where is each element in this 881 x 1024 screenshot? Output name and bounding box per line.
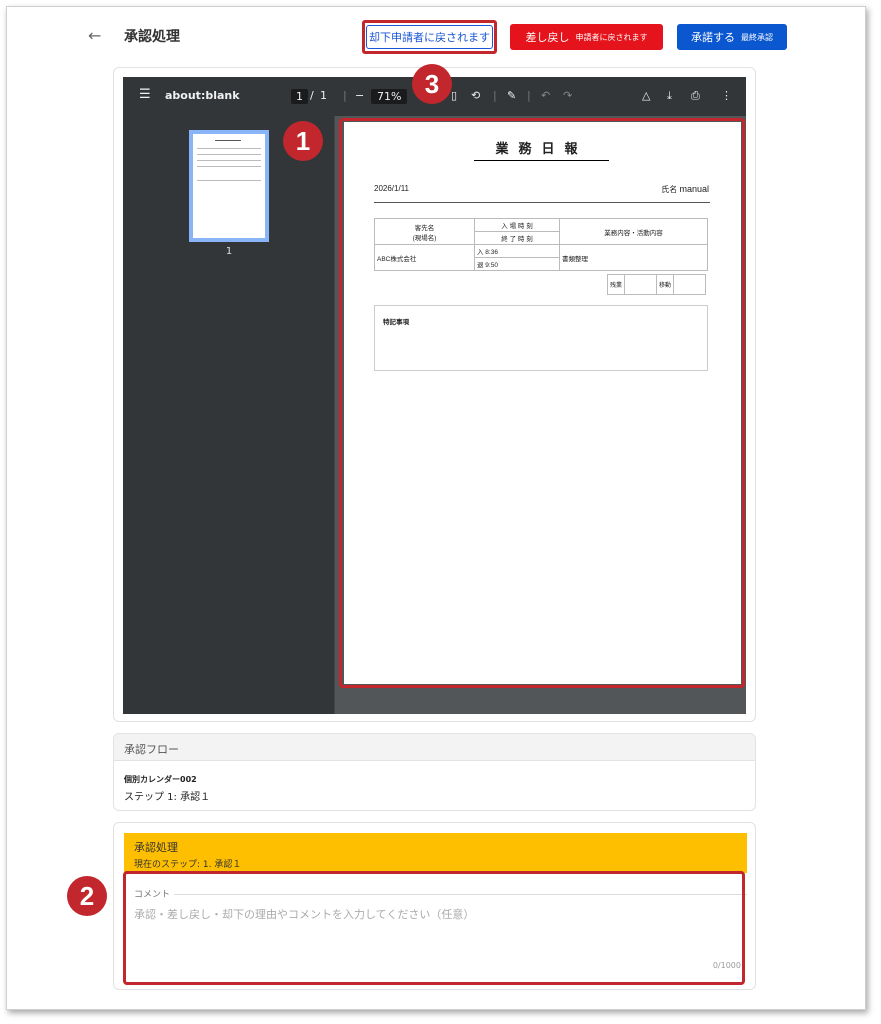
drive-icon[interactable]: △ <box>642 89 650 102</box>
back-arrow-icon[interactable]: ← <box>88 26 101 45</box>
callout-badge-2: 2 <box>67 876 107 916</box>
approve-label: 承諾する <box>691 31 735 44</box>
highlight-box-comment <box>123 871 745 985</box>
approve-sublabel: 最終承認 <box>741 32 773 42</box>
divider: | <box>527 89 531 102</box>
divider: | <box>343 89 347 102</box>
highlight-box-document <box>339 118 745 688</box>
page-number-input[interactable]: 1 <box>291 89 308 104</box>
annotate-icon[interactable]: ✎ <box>507 89 516 102</box>
approval-flow-card: 承認フロー 個別カレンダー002 ステップ 1: 承認１ <box>113 733 756 811</box>
page-thumbnail[interactable] <box>189 130 269 242</box>
thumbnail-sidebar: 1 <box>123 116 335 714</box>
highlight-box-reject <box>362 20 497 54</box>
zoom-input[interactable]: 71% <box>371 89 408 104</box>
undo-icon[interactable]: ↶ <box>541 89 550 102</box>
print-icon[interactable]: ⎙ <box>691 89 700 103</box>
approve-button[interactable]: 承諾する 最終承認 <box>677 24 787 50</box>
fit-page-icon[interactable]: ▯ <box>451 89 457 102</box>
page-total: 1 <box>320 89 327 102</box>
zoom-out-icon[interactable]: − <box>355 89 364 102</box>
pdf-doc-title: about:blank <box>165 89 240 102</box>
redo-icon[interactable]: ↷ <box>563 89 572 102</box>
divider: | <box>493 89 497 102</box>
current-step: 現在のステップ: 1. 承認１ <box>134 860 242 870</box>
process-title: 承認処理 <box>134 841 178 854</box>
send-back-sublabel: 申請者に戻されます <box>575 32 648 42</box>
approval-flow-header: 承認フロー <box>114 734 755 761</box>
page-title: 承認処理 <box>124 29 180 45</box>
send-back-label: 差し戻し <box>525 31 570 44</box>
thumbnail-page-number: 1 <box>225 246 233 257</box>
flow-name: 個別カレンダー002 <box>124 775 197 784</box>
page-separator: / <box>310 89 314 102</box>
menu-icon[interactable]: ☰ <box>139 87 151 102</box>
download-icon[interactable]: ⤓ <box>667 89 672 103</box>
callout-badge-1: 1 <box>283 121 323 161</box>
send-back-button[interactable]: 差し戻し 申請者に戻されます <box>510 24 663 50</box>
rotate-icon[interactable]: ⟲ <box>471 89 480 102</box>
callout-badge-3: 3 <box>412 64 452 104</box>
more-options-icon[interactable]: ⋮ <box>721 89 732 102</box>
flow-step: ステップ 1: 承認１ <box>124 792 211 803</box>
process-header: 承認処理 現在のステップ: 1. 承認１ <box>124 833 747 873</box>
